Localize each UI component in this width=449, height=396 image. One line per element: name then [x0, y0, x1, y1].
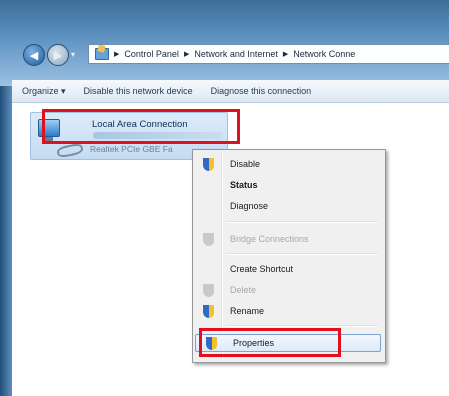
- disable-device-button[interactable]: Disable this network device: [84, 86, 193, 96]
- address-bar[interactable]: ▶ Control Panel ▶ Network and Internet ▶…: [88, 44, 449, 64]
- back-arrow-icon: ◀: [29, 49, 39, 62]
- menu-item-disable[interactable]: Disable: [193, 156, 383, 174]
- menu-item-diagnose[interactable]: Diagnose: [193, 198, 383, 216]
- menu-item-label: Disable: [230, 159, 261, 169]
- window-title-area: [0, 0, 449, 86]
- menu-item-label: Diagnose: [230, 201, 269, 211]
- breadcrumb-network-connections[interactable]: Network Conne: [293, 49, 355, 59]
- diagnose-connection-button[interactable]: Diagnose this connection: [211, 86, 312, 96]
- menu-item-properties[interactable]: Properties: [195, 334, 381, 352]
- menu-item-delete: Delete: [193, 282, 383, 300]
- uac-shield-icon: [203, 305, 214, 318]
- menu-item-create-shortcut[interactable]: Create Shortcut: [193, 261, 383, 279]
- connection-device-name: Realtek PCIe GBE Fa: [90, 144, 173, 154]
- menu-separator: [226, 253, 378, 255]
- recent-pages-dropdown-icon[interactable]: ▾: [71, 50, 75, 59]
- uac-shield-icon: [206, 337, 217, 350]
- menu-item-status[interactable]: Status: [193, 177, 383, 195]
- forward-arrow-icon: ▶: [53, 49, 63, 62]
- menu-item-label: Status: [230, 180, 258, 190]
- uac-shield-icon: [203, 158, 214, 171]
- breadcrumb-separator-icon[interactable]: ▶: [184, 50, 189, 58]
- menu-separator: [226, 325, 378, 327]
- forward-button[interactable]: ▶: [47, 44, 69, 66]
- uac-shield-icon: [203, 284, 214, 297]
- control-panel-folder-icon: [95, 48, 109, 60]
- network-adapter-icon: [38, 119, 60, 141]
- connection-name: Local Area Connection: [92, 119, 188, 130]
- breadcrumb-control-panel[interactable]: Control Panel: [124, 49, 179, 59]
- window-left-border: [0, 86, 12, 396]
- breadcrumb-network-and-internet[interactable]: Network and Internet: [194, 49, 278, 59]
- back-button[interactable]: ◀: [23, 44, 45, 66]
- menu-item-label: Delete: [230, 285, 257, 295]
- connection-status-text-blurred: [93, 132, 223, 139]
- menu-separator: [226, 221, 378, 223]
- menu-item-label: Rename: [230, 306, 265, 316]
- menu-item-bridge-connections: Bridge Connections: [193, 231, 383, 249]
- uac-shield-icon: [203, 233, 214, 246]
- context-menu: Disable Status Diagnose Bridge Connectio…: [192, 149, 386, 363]
- menu-item-label: Create Shortcut: [230, 264, 294, 274]
- command-toolbar: Organize ▾ Disable this network device D…: [12, 80, 449, 103]
- network-cable-icon: [56, 142, 84, 159]
- breadcrumb-separator-icon[interactable]: ▶: [114, 50, 119, 58]
- organize-menu-button[interactable]: Organize ▾: [22, 86, 66, 97]
- breadcrumb-separator-icon[interactable]: ▶: [283, 50, 288, 58]
- menu-item-rename[interactable]: Rename: [193, 303, 383, 321]
- menu-item-label: Properties: [233, 338, 275, 348]
- menu-item-label: Bridge Connections: [230, 234, 309, 244]
